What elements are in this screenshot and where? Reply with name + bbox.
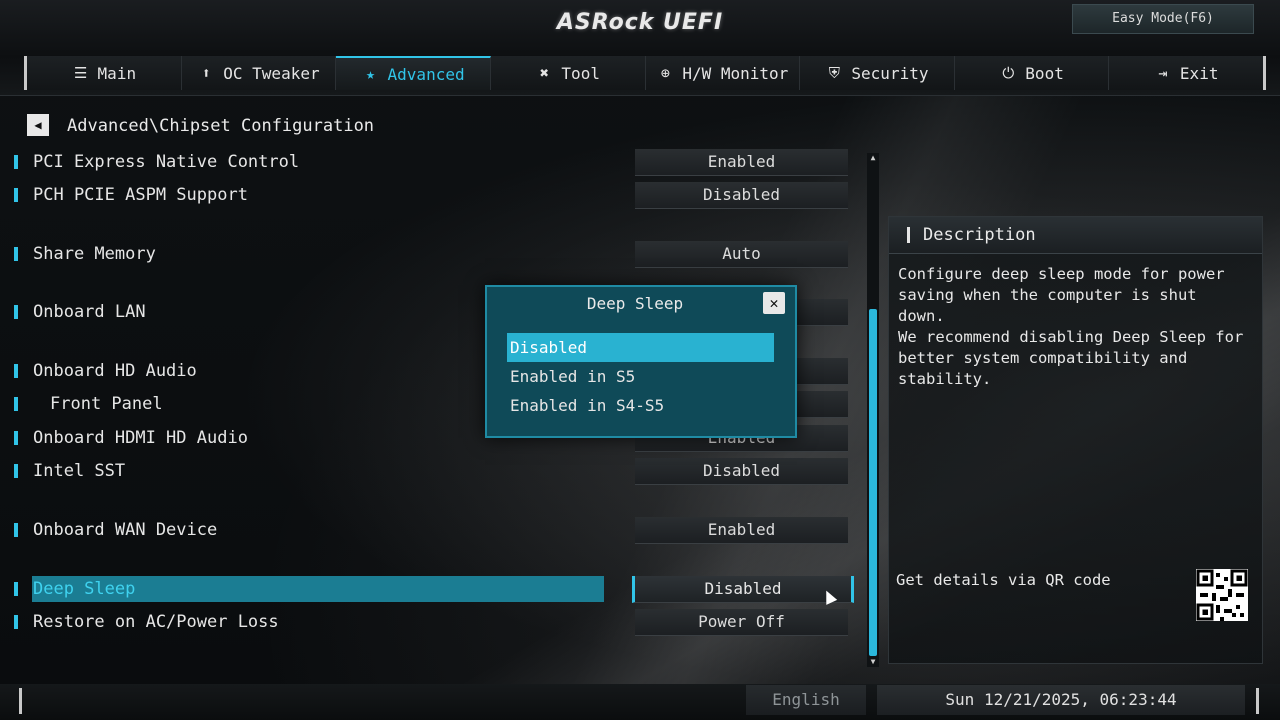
row-marker (14, 305, 18, 319)
tab-label: Boot (1025, 63, 1064, 83)
tab-label: Security (851, 63, 929, 83)
tab-label: H/W Monitor (682, 63, 789, 83)
tab-tool[interactable]: ✖ Tool (490, 56, 646, 90)
row-marker (14, 431, 18, 445)
popup-option-disabled[interactable]: Disabled (507, 333, 774, 362)
setting-row-restore-on-ac-power-loss: Restore on AC/Power Loss Power Off (0, 609, 860, 636)
popup-option-list: Disabled Enabled in S5 Enabled in S4-S5 (507, 333, 774, 420)
setting-row-deep-sleep: Deep Sleep Disabled (0, 576, 860, 603)
language-button[interactable]: English (746, 685, 866, 715)
shield-icon: ⛨ (828, 64, 841, 82)
tab-main[interactable]: ☰ Main (27, 56, 182, 90)
setting-value[interactable]: Disabled (632, 576, 854, 603)
setting-value[interactable]: Disabled (635, 458, 848, 485)
setting-label[interactable]: Onboard LAN (33, 299, 146, 325)
setting-label[interactable]: Onboard HD Audio (33, 358, 197, 384)
exit-icon: ⇥ (1158, 64, 1168, 82)
tab-security[interactable]: ⛨ Security (800, 56, 955, 90)
setting-label[interactable]: Onboard WAN Device (33, 517, 217, 543)
tab-hw-monitor[interactable]: ⊕ H/W Monitor (645, 56, 801, 90)
setting-label[interactable]: Intel SST (33, 458, 125, 484)
breadcrumb: Advanced\Chipset Configuration (67, 116, 375, 136)
description-title: Description (923, 225, 1036, 245)
setting-label[interactable]: Share Memory (33, 241, 156, 267)
setting-value[interactable]: Enabled (635, 517, 848, 544)
footer-edge-right (1256, 688, 1259, 714)
monitor-icon: ⊕ (660, 64, 670, 82)
setting-value[interactable]: Enabled (635, 149, 848, 176)
tab-label: OC Tweaker (223, 63, 320, 83)
setting-row-share-memory: Share Memory Auto (0, 241, 860, 268)
power-icon: ⏻ (1002, 64, 1015, 82)
qr-code-icon (1196, 569, 1248, 621)
setting-value[interactable]: Auto (635, 241, 848, 268)
row-marker (14, 582, 18, 596)
scroll-thumb[interactable] (869, 309, 877, 656)
tab-label: Tool (561, 63, 600, 83)
setting-label[interactable]: PCH PCIE ASPM Support (33, 182, 248, 208)
popup-title: Deep Sleep (586, 294, 684, 313)
easy-mode-button[interactable]: Easy Mode(F6) (1072, 4, 1254, 34)
row-marker (14, 397, 18, 411)
tools-icon: ✖ (539, 64, 549, 82)
tab-label: Advanced (387, 64, 465, 84)
rocket-icon: ⬆ (201, 64, 211, 82)
setting-row-intel-sst: Intel SST Disabled (0, 458, 860, 485)
footer-edge-left (19, 688, 22, 714)
tab-oc-tweaker[interactable]: ⬆ OC Tweaker (181, 56, 337, 90)
row-marker (14, 364, 18, 378)
tab-bar: ☰ Main ⬆ OC Tweaker ★ Advanced ✖ Tool ⊕ … (24, 56, 1266, 90)
row-marker (14, 464, 18, 478)
popup-option-enabled-in-s4-s5[interactable]: Enabled in S4-S5 (507, 391, 774, 420)
setting-label[interactable]: Front Panel (50, 391, 163, 417)
description-text: Configure deep sleep mode for power savi… (898, 265, 1244, 388)
scroll-up-arrow-icon[interactable]: ▲ (867, 153, 879, 163)
tab-advanced[interactable]: ★ Advanced (336, 56, 491, 90)
datetime-display: Sun 12/21/2025, 06:23:44 (877, 685, 1245, 715)
row-marker (14, 155, 18, 169)
setting-value[interactable]: Disabled (635, 182, 848, 209)
setting-label[interactable]: Deep Sleep (33, 576, 135, 602)
close-icon[interactable]: ✕ (763, 292, 785, 314)
setting-row-pci-express-native-control: PCI Express Native Control Enabled (0, 149, 860, 176)
setting-row-pch-pcie-aspm-support: PCH PCIE ASPM Support Disabled (0, 182, 860, 209)
row-marker (14, 188, 18, 202)
row-marker (14, 615, 18, 629)
description-header: Description (889, 217, 1262, 254)
setting-label[interactable]: PCI Express Native Control (33, 149, 299, 175)
setting-label[interactable]: Onboard HDMI HD Audio (33, 425, 248, 451)
header: ASRock UEFI Easy Mode(F6) ☰ Main ⬆ OC Tw… (0, 0, 1280, 96)
footer: English Sun 12/21/2025, 06:23:44 (0, 684, 1280, 720)
setting-label[interactable]: Restore on AC/Power Loss (33, 609, 279, 635)
deep-sleep-popup: Deep Sleep ✕ Disabled Enabled in S5 Enab… (485, 285, 797, 438)
tab-label: Exit (1179, 63, 1219, 83)
setting-value[interactable]: Power Off (635, 609, 848, 636)
back-arrow-icon[interactable]: ◀ (27, 114, 49, 136)
scroll-down-arrow-icon[interactable]: ▼ (867, 657, 879, 667)
info-bar-icon (907, 227, 910, 243)
scrollbar[interactable]: ▲ ▼ (867, 153, 879, 667)
tab-exit[interactable]: ⇥ Exit (1109, 56, 1263, 90)
row-marker (14, 523, 18, 537)
tab-boot[interactable]: ⏻ Boot (954, 56, 1110, 90)
setting-row-onboard-wan-device: Onboard WAN Device Enabled (0, 517, 860, 544)
list-icon: ☰ (73, 64, 88, 82)
tab-label: Main (97, 63, 137, 83)
row-marker (14, 247, 18, 261)
popup-option-enabled-in-s5[interactable]: Enabled in S5 (507, 362, 774, 391)
star-icon: ★ (366, 65, 376, 83)
qr-label: Get details via QR code (896, 571, 1111, 589)
